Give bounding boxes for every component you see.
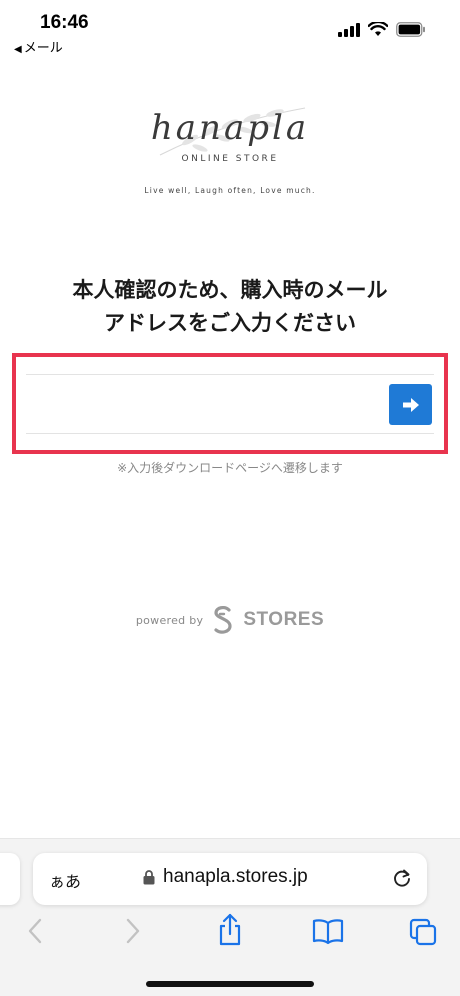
share-icon[interactable] (216, 913, 244, 947)
address-bar[interactable]: ぁあ hanapla.stores.jp (33, 853, 427, 905)
url-text: hanapla.stores.jp (163, 866, 308, 887)
bookmarks-icon[interactable] (312, 917, 344, 945)
signal-icon (338, 22, 360, 37)
reload-icon[interactable] (391, 867, 413, 889)
tabs-icon[interactable] (408, 917, 438, 947)
brand-logo: hanapla ONLINE STORE Live well, Laugh of… (0, 100, 460, 210)
url-display[interactable]: hanapla.stores.jp (143, 866, 308, 888)
email-form (26, 374, 434, 434)
lock-icon (143, 869, 155, 884)
back-icon[interactable] (26, 917, 44, 945)
bottom-toolbar (0, 913, 460, 951)
back-app-label: メール (23, 41, 63, 56)
status-bar: 16:46 ◀ メール (0, 0, 460, 58)
transition-note: ※入力後ダウンロードページへ遷移します (117, 461, 343, 475)
wifi-icon (368, 22, 388, 36)
back-triangle-icon: ◀ (14, 44, 22, 55)
brand-subtitle: ONLINE STORE (181, 154, 279, 164)
status-icons (338, 22, 426, 37)
brand-name: hanapla (150, 108, 310, 148)
brand-tagline: Live well, Laugh often, Love much. (144, 186, 316, 195)
arrow-right-icon (402, 397, 419, 412)
stores-logo-icon (214, 606, 232, 634)
powered-by-label: powered by (135, 613, 204, 627)
forward-icon[interactable] (124, 917, 142, 945)
email-input[interactable] (26, 375, 366, 433)
heading-line-1: 本人確認のため、購入時のメール (72, 278, 388, 302)
page-heading: 本人確認のため、購入時のメール アドレスをご入力ください (0, 274, 460, 340)
page-settings-button[interactable]: ぁあ (49, 868, 81, 892)
battery-icon (396, 22, 425, 37)
previous-tab-card[interactable] (0, 853, 20, 905)
status-time: 16:46 (40, 12, 89, 33)
safari-toolbar: ぁあ hanapla.stores.jp (0, 838, 460, 996)
stores-brand: STORES (243, 609, 325, 630)
powered-by-stores[interactable]: powered by STORES (0, 605, 460, 635)
back-to-app-link[interactable]: ◀ メール (14, 37, 63, 56)
heading-line-2: アドレスをご入力ください (104, 311, 356, 335)
submit-button[interactable] (389, 384, 432, 425)
home-indicator (146, 981, 314, 987)
